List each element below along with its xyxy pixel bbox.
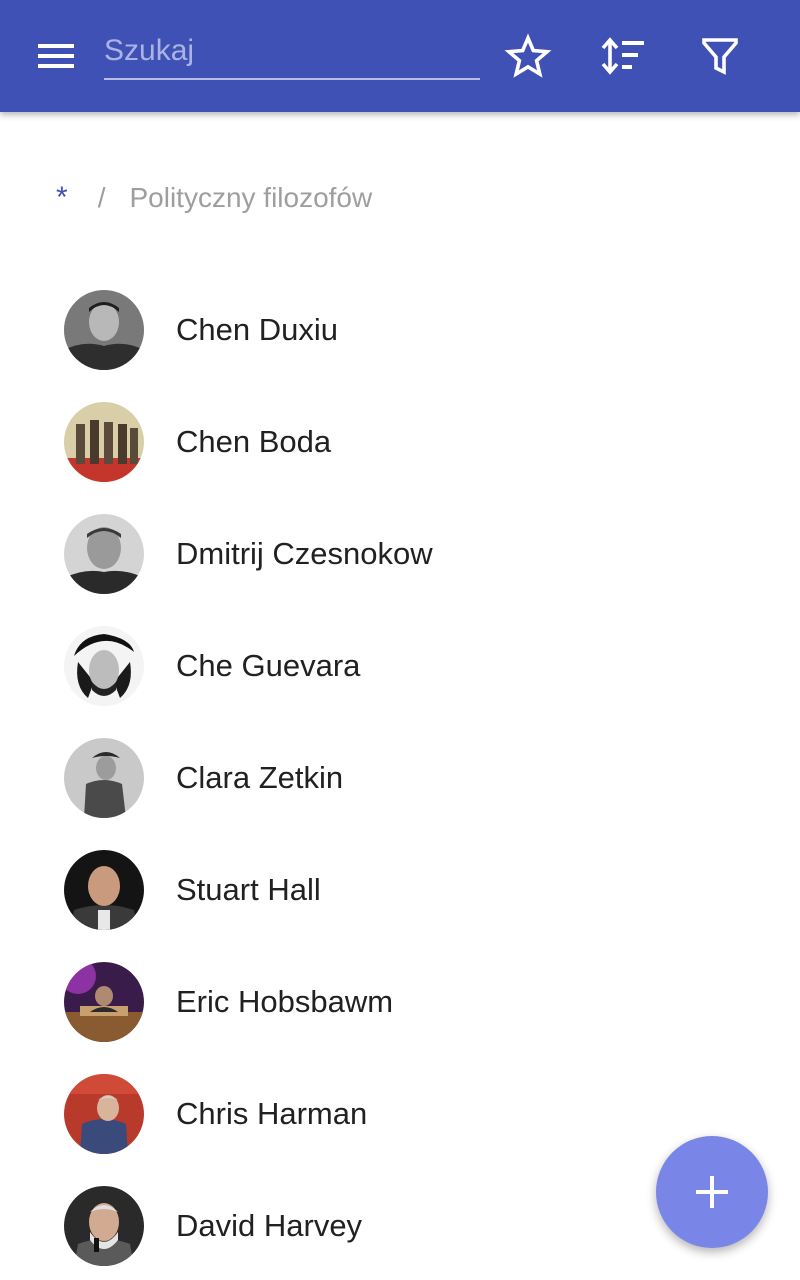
breadcrumb-current: Polityczny filozofów [129,182,373,213]
star-outline-icon[interactable] [500,28,556,84]
person-name: Stuart Hall [176,872,321,907]
people-list: Chen Duxiu Chen Boda Dmitrij Czesnokow C… [0,274,800,1280]
person-name: David Harvey [176,1208,363,1243]
search-input[interactable] [104,24,480,80]
list-item[interactable]: Clara Zetkin [0,722,800,834]
person-name: Clara Zetkin [176,760,344,795]
avatar [64,738,144,818]
list-item[interactable]: Chen Duxiu [0,274,800,386]
person-name: Eric Hobsbawm [176,984,394,1019]
avatar [64,626,144,706]
breadcrumb: * / Polityczny filozofów [56,178,372,218]
app-bar [0,0,800,112]
add-button[interactable] [656,1136,768,1248]
search-field [104,24,480,82]
avatar [64,1186,144,1266]
list-item[interactable]: Dmitrij Czesnokow [0,498,800,610]
avatar [64,1074,144,1154]
avatar [64,514,144,594]
list-item[interactable]: Stuart Hall [0,834,800,946]
breadcrumb-separator: / [97,182,106,213]
avatar [64,962,144,1042]
filter-icon[interactable] [692,28,748,84]
list-item[interactable]: Che Guevara [0,610,800,722]
avatar [64,850,144,930]
avatar [64,402,144,482]
person-name: Chen Duxiu [176,312,338,347]
list-item[interactable]: Chen Boda [0,386,800,498]
plus-icon [696,1176,728,1208]
app-screen: * / Polityczny filozofów Chen Duxiu [0,0,800,1280]
avatar [64,290,144,370]
person-name: Che Guevara [176,648,361,683]
person-name: Chris Harman [176,1096,368,1131]
breadcrumb-root[interactable]: * [56,181,68,215]
list-item[interactable]: Eric Hobsbawm [0,946,800,1058]
person-name: Dmitrij Czesnokow [176,536,433,571]
hamburger-menu-icon[interactable] [28,30,84,82]
person-name: Chen Boda [176,424,332,459]
sort-icon[interactable] [596,28,652,84]
